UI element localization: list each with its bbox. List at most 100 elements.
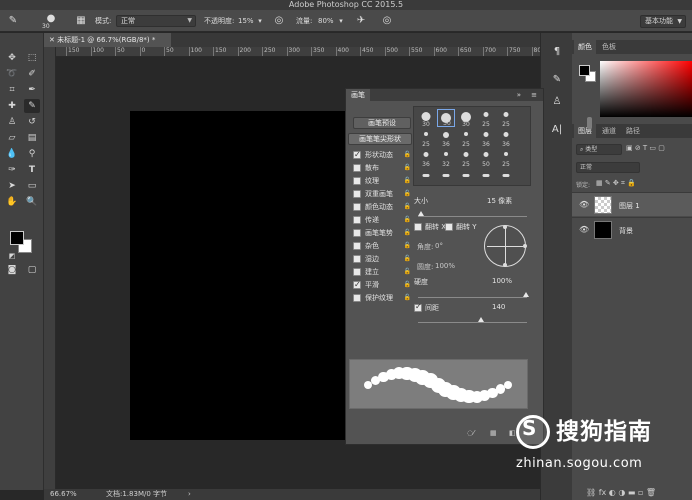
new-brush-icon[interactable]: ◧ <box>509 429 516 437</box>
size-slider-track[interactable] <box>418 216 527 217</box>
character-icon[interactable]: A| <box>550 123 564 137</box>
brush-option-item[interactable]: 纹理 🔓 <box>353 175 411 187</box>
chevron-right-icon[interactable]: › <box>188 489 191 500</box>
size-slider-knob[interactable] <box>418 211 424 216</box>
layer-filter-icons[interactable]: ▣ ⊘ T ▭ ▢ <box>626 144 665 152</box>
brush-option-checkbox[interactable] <box>353 164 361 172</box>
brush-option-item[interactable]: 建立 🔓 <box>353 266 411 278</box>
lock-icon[interactable]: 🔓 <box>404 240 411 252</box>
brush-option-item[interactable]: 散布 🔓 <box>353 162 411 174</box>
angle-roundness-dial[interactable] <box>484 225 527 267</box>
brush-tip[interactable]: 36 <box>497 129 515 148</box>
brush-tip[interactable]: 25 <box>457 129 475 148</box>
lock-icon[interactable]: 🔓 <box>404 227 411 239</box>
brush-tip[interactable]: 32 <box>437 149 455 168</box>
blur-icon[interactable]: 💧 <box>4 147 20 161</box>
tab-swatches[interactable]: 色板 <box>598 40 620 54</box>
collapse-icon[interactable]: » <box>517 89 521 101</box>
brush-option-checkbox[interactable] <box>353 216 361 224</box>
quick-mask-icon[interactable]: ◙ <box>4 263 20 277</box>
eyedropper-icon[interactable]: ✒ <box>24 83 40 97</box>
type-icon[interactable]: T <box>24 163 40 177</box>
tab-brush[interactable]: 画笔 <box>346 89 370 101</box>
brush-option-item[interactable]: 形状动态 🔓 <box>353 149 411 161</box>
brush-tip[interactable]: 36 <box>477 129 495 148</box>
brush-tip[interactable]: 30 <box>457 109 475 128</box>
brush-option-checkbox[interactable] <box>353 268 361 276</box>
brush-tip[interactable]: 25 <box>477 109 495 128</box>
angle-value[interactable]: 0° <box>435 242 443 250</box>
lock-icon[interactable]: 🔓 <box>404 162 411 174</box>
brush-option-checkbox[interactable] <box>353 279 361 291</box>
lock-icons[interactable]: ▦ ✎ ✥ ⌗ 🔒 <box>596 179 636 188</box>
brush-panel-toggle-icon[interactable]: ▦ <box>74 14 88 28</box>
brush-tip-shape-button[interactable]: 画笔笔尖形状 <box>348 133 412 145</box>
brush-tip[interactable] <box>497 171 515 189</box>
airbrush-icon[interactable]: ✈ <box>354 14 368 28</box>
lock-icon[interactable]: 🔓 <box>404 188 411 200</box>
healing-icon[interactable]: ✚ <box>4 99 20 113</box>
hardness-value[interactable]: 100% <box>492 277 512 285</box>
brush-option-item[interactable]: 保护纹理 🔓 <box>353 292 411 304</box>
flip-x-checkbox[interactable] <box>414 223 422 231</box>
path-select-icon[interactable]: ➤ <box>4 179 20 193</box>
dial-roundness-handle[interactable] <box>503 263 507 267</box>
history-brush-icon[interactable]: ↺ <box>24 115 40 129</box>
mode-select[interactable]: 正常 ▼ <box>116 15 196 27</box>
spacing-value[interactable]: 140 <box>492 303 505 311</box>
eraser-icon[interactable]: ▱ <box>4 131 20 145</box>
dial-angle-handle[interactable] <box>523 244 527 248</box>
brush-tip[interactable] <box>417 171 435 189</box>
lock-icon[interactable]: 🔓 <box>404 279 411 291</box>
spacing-slider-knob[interactable] <box>478 317 484 322</box>
tab-layers[interactable]: 图层 <box>574 124 596 138</box>
horizontal-ruler[interactable]: 150 100 50 0 50 100 150 200 250 300 350 400 450 500 55… <box>56 47 540 57</box>
brush-icon[interactable]: ✎ <box>24 99 40 113</box>
foreground-color-swatch[interactable] <box>10 231 24 245</box>
flip-y-checkbox[interactable] <box>445 223 453 231</box>
brush-option-item[interactable]: 画笔笔势 🔓 <box>353 227 411 239</box>
dodge-icon[interactable]: ⚲ <box>24 147 40 161</box>
lock-icon[interactable]: 🔓 <box>404 175 411 187</box>
roundness-value[interactable]: 100% <box>435 262 455 270</box>
hardness-slider-track[interactable] <box>418 297 527 298</box>
dial-roundness-handle[interactable] <box>503 225 507 229</box>
lock-icon[interactable]: 🔓 <box>404 214 411 226</box>
toggle-live-tip-icon[interactable]: ◌⁄ <box>467 429 474 437</box>
tab-channels[interactable]: 通道 <box>598 124 620 138</box>
brush-option-checkbox[interactable] <box>353 294 361 302</box>
document-canvas[interactable] <box>130 111 365 440</box>
vertical-ruler[interactable] <box>44 47 56 489</box>
brush-tip[interactable]: 30 <box>437 109 455 127</box>
brush-tip[interactable] <box>437 171 455 189</box>
document-tab[interactable]: ✕ 未标题-1 @ 66.7%(RGB/8*) * <box>44 33 171 47</box>
move-icon[interactable]: ✥ <box>4 51 20 65</box>
brush-presets-button[interactable]: 画笔预设 <box>353 117 411 129</box>
flow-value[interactable]: 80% <box>318 16 334 26</box>
layer-row[interactable]: 👁 图层 1 <box>572 192 692 216</box>
hardness-slider-knob[interactable] <box>523 292 529 297</box>
layer-footer-icons[interactable]: ⛓ fx ◐ ◑ ▬ ▫ 🗑 <box>586 488 656 497</box>
layer-blend-select[interactable]: 正常 <box>576 162 640 173</box>
scrollbar-thumb[interactable] <box>587 117 592 129</box>
tab-paths[interactable]: 路径 <box>622 124 644 138</box>
zoom-readout[interactable]: 66.67% <box>50 489 77 500</box>
lock-icon[interactable]: 🔓 <box>404 253 411 265</box>
brush-tip[interactable]: 30 <box>417 109 435 128</box>
brush-panel-icon[interactable]: ✎ <box>550 73 564 87</box>
brush-option-checkbox[interactable] <box>353 177 361 185</box>
crop-icon[interactable]: ⌗ <box>4 83 20 97</box>
brush-option-checkbox[interactable] <box>353 190 361 198</box>
brush-tip[interactable]: 50 <box>477 149 495 168</box>
chevron-down-icon[interactable]: ▾ <box>253 14 267 28</box>
opacity-value[interactable]: 15% <box>238 16 254 26</box>
brush-option-item[interactable]: 双重画笔 🔓 <box>353 188 411 200</box>
brush-tip[interactable]: 36 <box>437 129 455 148</box>
chevron-down-icon[interactable]: ▾ <box>334 14 348 28</box>
color-picker-field[interactable] <box>600 61 692 117</box>
lock-icon[interactable]: 🔓 <box>404 292 411 304</box>
brush-option-checkbox[interactable] <box>353 149 361 161</box>
brush-tip[interactable]: 25 <box>497 109 515 128</box>
brush-tip[interactable]: 25 <box>417 129 435 148</box>
brush-option-checkbox[interactable] <box>353 203 361 211</box>
